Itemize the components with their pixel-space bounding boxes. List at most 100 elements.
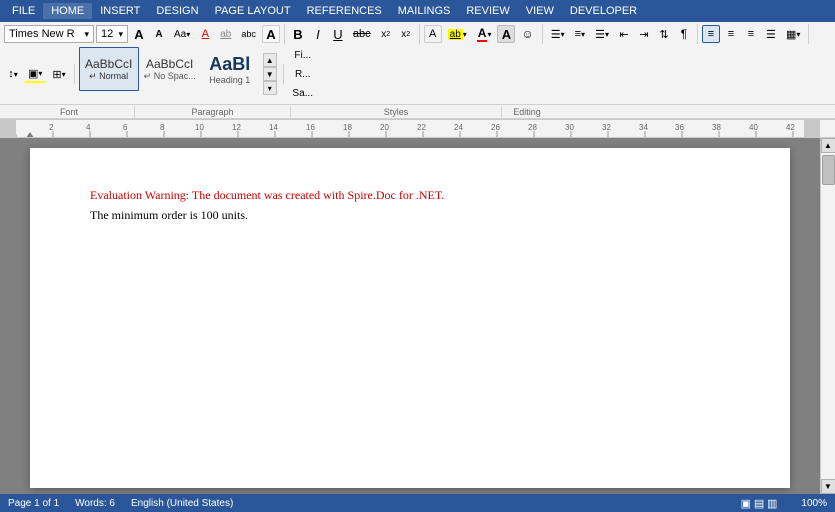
menu-item-page-layout[interactable]: PAGE LAYOUT <box>207 3 299 19</box>
svg-text:40: 40 <box>749 123 758 132</box>
vertical-scrollbar[interactable]: ▲ ▼ <box>820 138 835 494</box>
svg-text:16: 16 <box>306 123 315 132</box>
styles-group-label: Styles <box>291 107 501 117</box>
menu-item-developer[interactable]: DEVELOPER <box>562 3 645 19</box>
clear-formatting-button[interactable]: A <box>196 25 214 43</box>
separator5 <box>808 24 809 44</box>
editing-group-label: Editing <box>502 107 552 117</box>
menu-item-mailings[interactable]: MAILINGS <box>390 3 459 19</box>
font-shrink-button[interactable]: A <box>150 25 168 43</box>
full-reading-button[interactable]: ▤ <box>754 497 764 510</box>
heading1-style[interactable]: AaBl Heading 1 <box>201 47 259 91</box>
svg-text:26: 26 <box>491 123 500 132</box>
menu-item-review[interactable]: REVIEW <box>458 3 517 19</box>
document-page[interactable]: Evaluation Warning: The document was cre… <box>30 148 790 488</box>
separator6 <box>74 64 75 84</box>
font-color-button[interactable]: A <box>262 25 280 43</box>
language: English (United States) <box>131 498 233 509</box>
svg-text:28: 28 <box>528 123 537 132</box>
svg-text:24: 24 <box>454 123 463 132</box>
web-layout-button[interactable]: ▥ <box>767 497 777 510</box>
separator4 <box>697 24 698 44</box>
svg-text:8: 8 <box>160 123 165 132</box>
emoji-button[interactable]: ☺ <box>517 25 537 43</box>
svg-text:20: 20 <box>380 123 389 132</box>
italic-button[interactable]: I <box>309 25 327 43</box>
font-grow-button[interactable]: A <box>130 25 148 43</box>
font-color-a-button[interactable]: A▾ <box>473 25 496 43</box>
normal-style[interactable]: AaBbCcI ↵ Normal <box>79 47 139 91</box>
column-button[interactable]: ▦▾ <box>782 25 804 43</box>
strikethrough-button[interactable]: abc <box>349 25 375 43</box>
svg-text:18: 18 <box>343 123 352 132</box>
select-button[interactable]: Sa... <box>288 84 318 102</box>
change-case-button[interactable]: Aa▾ <box>170 25 194 43</box>
find-button[interactable]: Fi... <box>288 46 318 64</box>
word-count: Words: 6 <box>75 498 115 509</box>
page-count: Page 1 of 1 <box>8 498 59 509</box>
multilevel-list-button[interactable]: ☰▾ <box>591 25 613 43</box>
scroll-thumb[interactable] <box>822 155 835 185</box>
content-area: Evaluation Warning: The document was cre… <box>0 138 835 494</box>
scroll-down-button[interactable]: ▼ <box>821 479 835 494</box>
sort-button[interactable]: ⇅ <box>655 25 673 43</box>
border-button[interactable]: ⊞▾ <box>48 65 69 83</box>
align-left-button[interactable]: ≡ <box>702 25 720 43</box>
scroll-up-button[interactable]: ▲ <box>821 138 835 153</box>
print-layout-button[interactable]: ▣ <box>741 497 751 510</box>
svg-text:12: 12 <box>232 123 241 132</box>
font-group-label: Font <box>4 107 134 117</box>
svg-text:14: 14 <box>269 123 278 132</box>
styles-scroll-down[interactable]: ▼ <box>263 67 277 81</box>
increase-indent-button[interactable]: ⇥ <box>635 25 653 43</box>
menu-item-view[interactable]: VIEW <box>518 3 562 19</box>
separator3 <box>542 24 543 44</box>
highlight-color-button[interactable]: ab▾ <box>444 25 471 43</box>
ruler-right-margin <box>804 120 820 137</box>
svg-text:22: 22 <box>417 123 426 132</box>
show-marks-button[interactable]: ¶ <box>675 25 693 43</box>
highlight-button[interactable]: ab <box>216 25 235 43</box>
font-size-selector[interactable]: 12 ▾ <box>96 25 128 43</box>
svg-text:38: 38 <box>712 123 721 132</box>
bullets-button[interactable]: ☰▾ <box>547 25 569 43</box>
ruler-left-margin <box>0 120 16 137</box>
abc-highlight-button[interactable]: abc <box>237 25 260 43</box>
numbered-list-button[interactable]: ≡▾ <box>571 25 589 43</box>
replace-button[interactable]: R... <box>288 65 318 83</box>
align-center-button[interactable]: ≡ <box>722 25 740 43</box>
document-area[interactable]: Evaluation Warning: The document was cre… <box>0 138 820 494</box>
line-spacing-button[interactable]: ↕▾ <box>4 65 22 83</box>
font-name-selector[interactable]: Times New R ▾ <box>4 25 94 43</box>
decrease-indent-button[interactable]: ⇤ <box>615 25 633 43</box>
menu-item-design[interactable]: DESIGN <box>148 3 206 19</box>
superscript-button[interactable]: x2 <box>397 25 415 43</box>
separator7 <box>283 64 284 84</box>
bold-button[interactable]: B <box>289 25 307 43</box>
subscript-button[interactable]: x2 <box>377 25 395 43</box>
shading-button[interactable]: ▣▾ <box>24 65 46 83</box>
menu-item-file[interactable]: FILE <box>4 3 43 19</box>
menu-item-home[interactable]: HOME <box>43 3 92 19</box>
styles-scroll-buttons: ▲ ▼ ▾ <box>261 53 279 95</box>
no-spacing-style[interactable]: AaBbCcI ↵ No Spac... <box>141 47 199 91</box>
big-a-button[interactable]: A <box>497 25 515 43</box>
underline-button[interactable]: U <box>329 25 347 43</box>
menu-item-references[interactable]: REFERENCES <box>299 3 390 19</box>
justify-button[interactable]: ☰ <box>762 25 780 43</box>
document-content[interactable]: The minimum order is 100 units. <box>90 207 730 224</box>
svg-text:10: 10 <box>195 123 204 132</box>
view-controls: ▣ ▤ ▥ <box>741 497 778 510</box>
styles-expand[interactable]: ▾ <box>263 81 277 95</box>
evaluation-warning: Evaluation Warning: The document was cre… <box>90 188 730 203</box>
main-content: Evaluation Warning: The document was cre… <box>0 138 820 494</box>
menu-item-insert[interactable]: INSERT <box>92 3 148 19</box>
svg-text:42: 42 <box>786 123 795 132</box>
separator1 <box>284 24 285 44</box>
align-right-button[interactable]: ≡ <box>742 25 760 43</box>
styles-scroll-up[interactable]: ▲ <box>263 53 277 67</box>
ruler-scrollbar-space <box>820 120 835 137</box>
text-effects-button[interactable]: A <box>424 25 442 43</box>
svg-text:4: 4 <box>86 123 91 132</box>
zoom-level: 100% <box>801 498 827 509</box>
